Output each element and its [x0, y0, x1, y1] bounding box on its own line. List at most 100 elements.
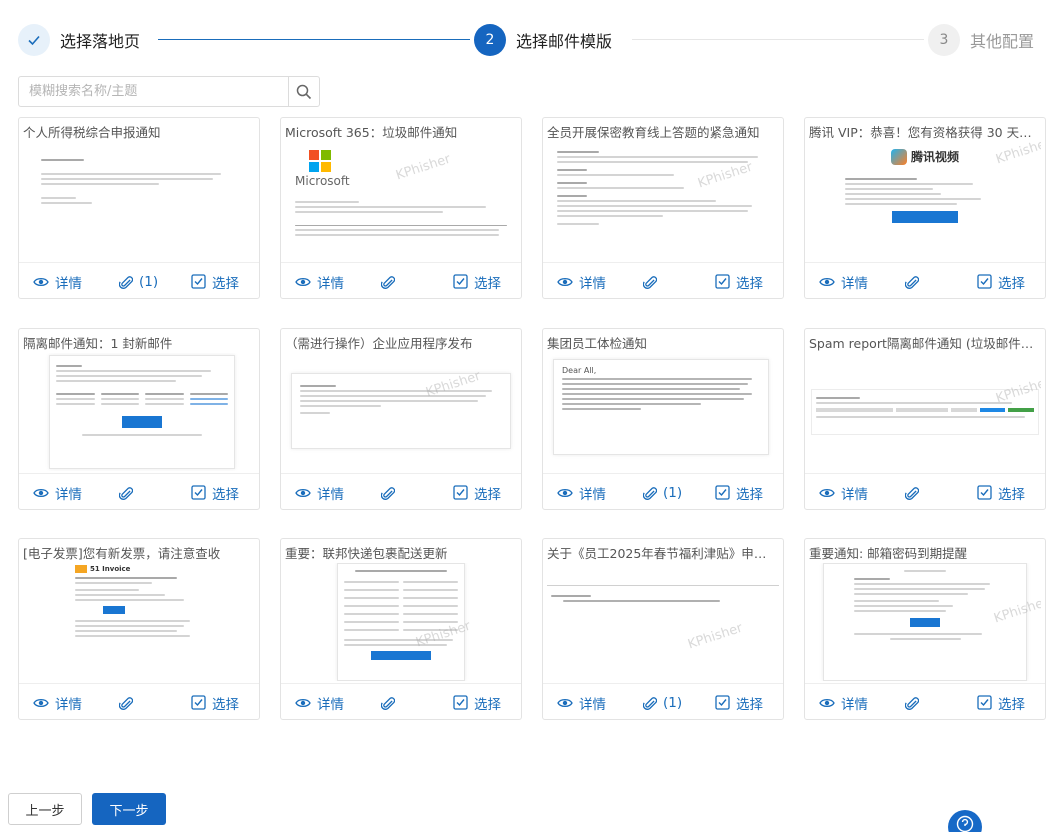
card-actions: 详情 (1) 选择: [543, 683, 783, 719]
template-card[interactable]: 重要通知: 邮箱密码到期提醒 KPhisher 详情 选择: [804, 538, 1046, 720]
attachment-button[interactable]: [381, 485, 401, 501]
search-input[interactable]: [19, 77, 288, 106]
template-title: （需进行操作）企业应用程序发布: [285, 336, 473, 351]
detail-button[interactable]: 详情: [557, 272, 606, 292]
checkbox-icon: [453, 485, 468, 500]
attachment-button[interactable]: [905, 274, 925, 290]
attachment-button[interactable]: (1): [119, 274, 158, 290]
step-1[interactable]: 选择落地页: [18, 22, 140, 58]
search-button[interactable]: [288, 77, 319, 106]
card-actions: 详情 选择: [543, 262, 783, 298]
attachment-button[interactable]: [119, 695, 139, 711]
template-preview: KPhisher: [809, 353, 1041, 471]
steps-bar: 选择落地页 2 选择邮件模版 3 其他配置: [18, 22, 1043, 58]
brand-label: 腾讯视频: [910, 150, 959, 164]
detail-button[interactable]: 详情: [295, 693, 344, 713]
paperclip-icon: [119, 275, 133, 289]
detail-button[interactable]: 详情: [557, 483, 606, 503]
attachment-button[interactable]: [119, 485, 139, 501]
paperclip-icon: [119, 486, 133, 500]
select-button[interactable]: 选择: [453, 483, 501, 503]
prev-step-button[interactable]: 上一步: [8, 793, 82, 825]
checkbox-icon: [977, 274, 992, 289]
detail-button[interactable]: 详情: [295, 272, 344, 292]
select-button[interactable]: 选择: [715, 272, 763, 292]
template-card[interactable]: Microsoft 365：垃圾邮件通知 Microsoft KPhisher: [280, 117, 522, 299]
template-card[interactable]: 集团员工体检通知 Dear All, 详情 (1) 选择: [542, 328, 784, 510]
select-button[interactable]: 选择: [715, 483, 763, 503]
paperclip-icon: [381, 275, 395, 289]
template-card[interactable]: 全员开展保密教育线上答题的紧急通知 KPhisher 详情 选择: [542, 117, 784, 299]
select-button[interactable]: 选择: [715, 693, 763, 713]
step-3[interactable]: 3 其他配置: [928, 22, 1034, 58]
checkbox-icon: [453, 274, 468, 289]
template-card[interactable]: 腾讯 VIP：恭喜！您有资格获得 30 天腾讯视频 VIP 腾讯视频 KPhis…: [804, 117, 1046, 299]
eye-icon: [819, 698, 835, 707]
template-card[interactable]: 重要：联邦快递包裹配送更新 KPhisher 详情 选择: [280, 538, 522, 720]
paperclip-icon: [643, 486, 657, 500]
card-actions: 详情 选择: [19, 683, 259, 719]
watermark: KPhisher: [686, 620, 745, 653]
eye-icon: [295, 277, 311, 286]
detail-button[interactable]: 详情: [819, 693, 868, 713]
attachment-button[interactable]: [905, 485, 925, 501]
detail-button[interactable]: 详情: [33, 272, 82, 292]
greeting-text: Dear All,: [562, 366, 597, 375]
paperclip-icon: [643, 696, 657, 710]
step-2-number: 2: [474, 24, 506, 56]
next-step-button[interactable]: 下一步: [92, 793, 166, 825]
detail-button[interactable]: 详情: [819, 483, 868, 503]
detail-button[interactable]: 详情: [33, 693, 82, 713]
eye-icon: [33, 698, 49, 707]
paperclip-icon: [905, 696, 919, 710]
select-button[interactable]: 选择: [977, 483, 1025, 503]
step-3-number: 3: [928, 24, 960, 56]
select-button[interactable]: 选择: [977, 693, 1025, 713]
checkbox-icon: [191, 695, 206, 710]
template-card[interactable]: [电子发票]您有新发票，请注意查收 51 Invoice 详情 选择: [18, 538, 260, 720]
select-button[interactable]: 选择: [191, 483, 239, 503]
template-preview: KPhisher: [285, 563, 517, 681]
help-icon: [956, 815, 974, 832]
attachment-button[interactable]: [381, 695, 401, 711]
template-card[interactable]: 关于《员工2025年春节福利津贴》申领通知 KPhisher 详情 (1) 选择: [542, 538, 784, 720]
card-actions: 详情 选择: [281, 473, 521, 509]
detail-button[interactable]: 详情: [295, 483, 344, 503]
eye-icon: [295, 698, 311, 707]
template-card[interactable]: （需进行操作）企业应用程序发布 KPhisher 详情 选择: [280, 328, 522, 510]
attachment-button[interactable]: [905, 695, 925, 711]
select-button[interactable]: 选择: [453, 693, 501, 713]
eye-icon: [557, 488, 573, 497]
search-box: [18, 76, 320, 107]
select-button[interactable]: 选择: [191, 272, 239, 292]
template-card[interactable]: 个人所得税综合申报通知 详情 (1) 选择: [18, 117, 260, 299]
select-button[interactable]: 选择: [977, 272, 1025, 292]
checkbox-icon: [191, 485, 206, 500]
select-button[interactable]: 选择: [453, 272, 501, 292]
step-connector-1: [158, 39, 470, 40]
step-2[interactable]: 2 选择邮件模版: [474, 22, 612, 58]
eye-icon: [819, 488, 835, 497]
template-title: [电子发票]您有新发票，请注意查收: [23, 546, 221, 561]
template-card[interactable]: 隔离邮件通知：1 封新邮件 详情 选择: [18, 328, 260, 510]
detail-button[interactable]: 详情: [557, 693, 606, 713]
help-button[interactable]: [948, 810, 982, 832]
search-icon: [296, 84, 312, 99]
detail-button[interactable]: 详情: [33, 483, 82, 503]
detail-button[interactable]: 详情: [819, 272, 868, 292]
select-button[interactable]: 选择: [191, 693, 239, 713]
step-connector-2: [632, 39, 924, 40]
attachment-button[interactable]: (1): [643, 485, 682, 501]
checkbox-icon: [977, 485, 992, 500]
checkbox-icon: [191, 274, 206, 289]
eye-icon: [295, 488, 311, 497]
attachment-button[interactable]: [643, 274, 663, 290]
template-title: 重要：联邦快递包裹配送更新: [285, 546, 448, 561]
card-actions: 详情 (1) 选择: [19, 262, 259, 298]
play-logo-icon: [890, 148, 907, 165]
card-actions: 详情 选择: [805, 262, 1045, 298]
template-card[interactable]: Spam report隔离邮件通知 (垃圾邮件隔离报告) KPhisher 详情…: [804, 328, 1046, 510]
attachment-button[interactable]: [381, 274, 401, 290]
template-preview: KPhisher: [547, 563, 779, 681]
attachment-button[interactable]: (1): [643, 695, 682, 711]
